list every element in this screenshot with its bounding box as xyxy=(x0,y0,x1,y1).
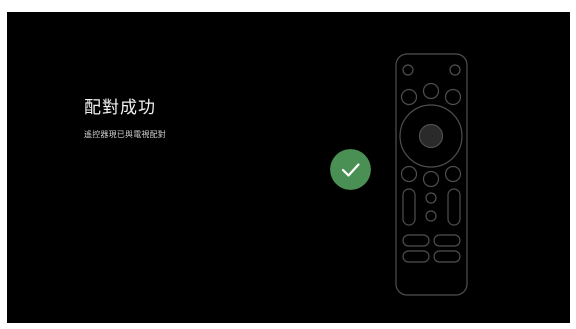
tv-screen: 配對成功 遙控器現已與電視配對 xyxy=(7,12,570,323)
pairing-success-title: 配對成功 xyxy=(84,98,156,118)
pairing-success-message: 遙控器現已與電視配對 xyxy=(84,130,166,139)
remote-control-icon xyxy=(395,53,468,296)
checkmark-icon xyxy=(330,149,371,190)
